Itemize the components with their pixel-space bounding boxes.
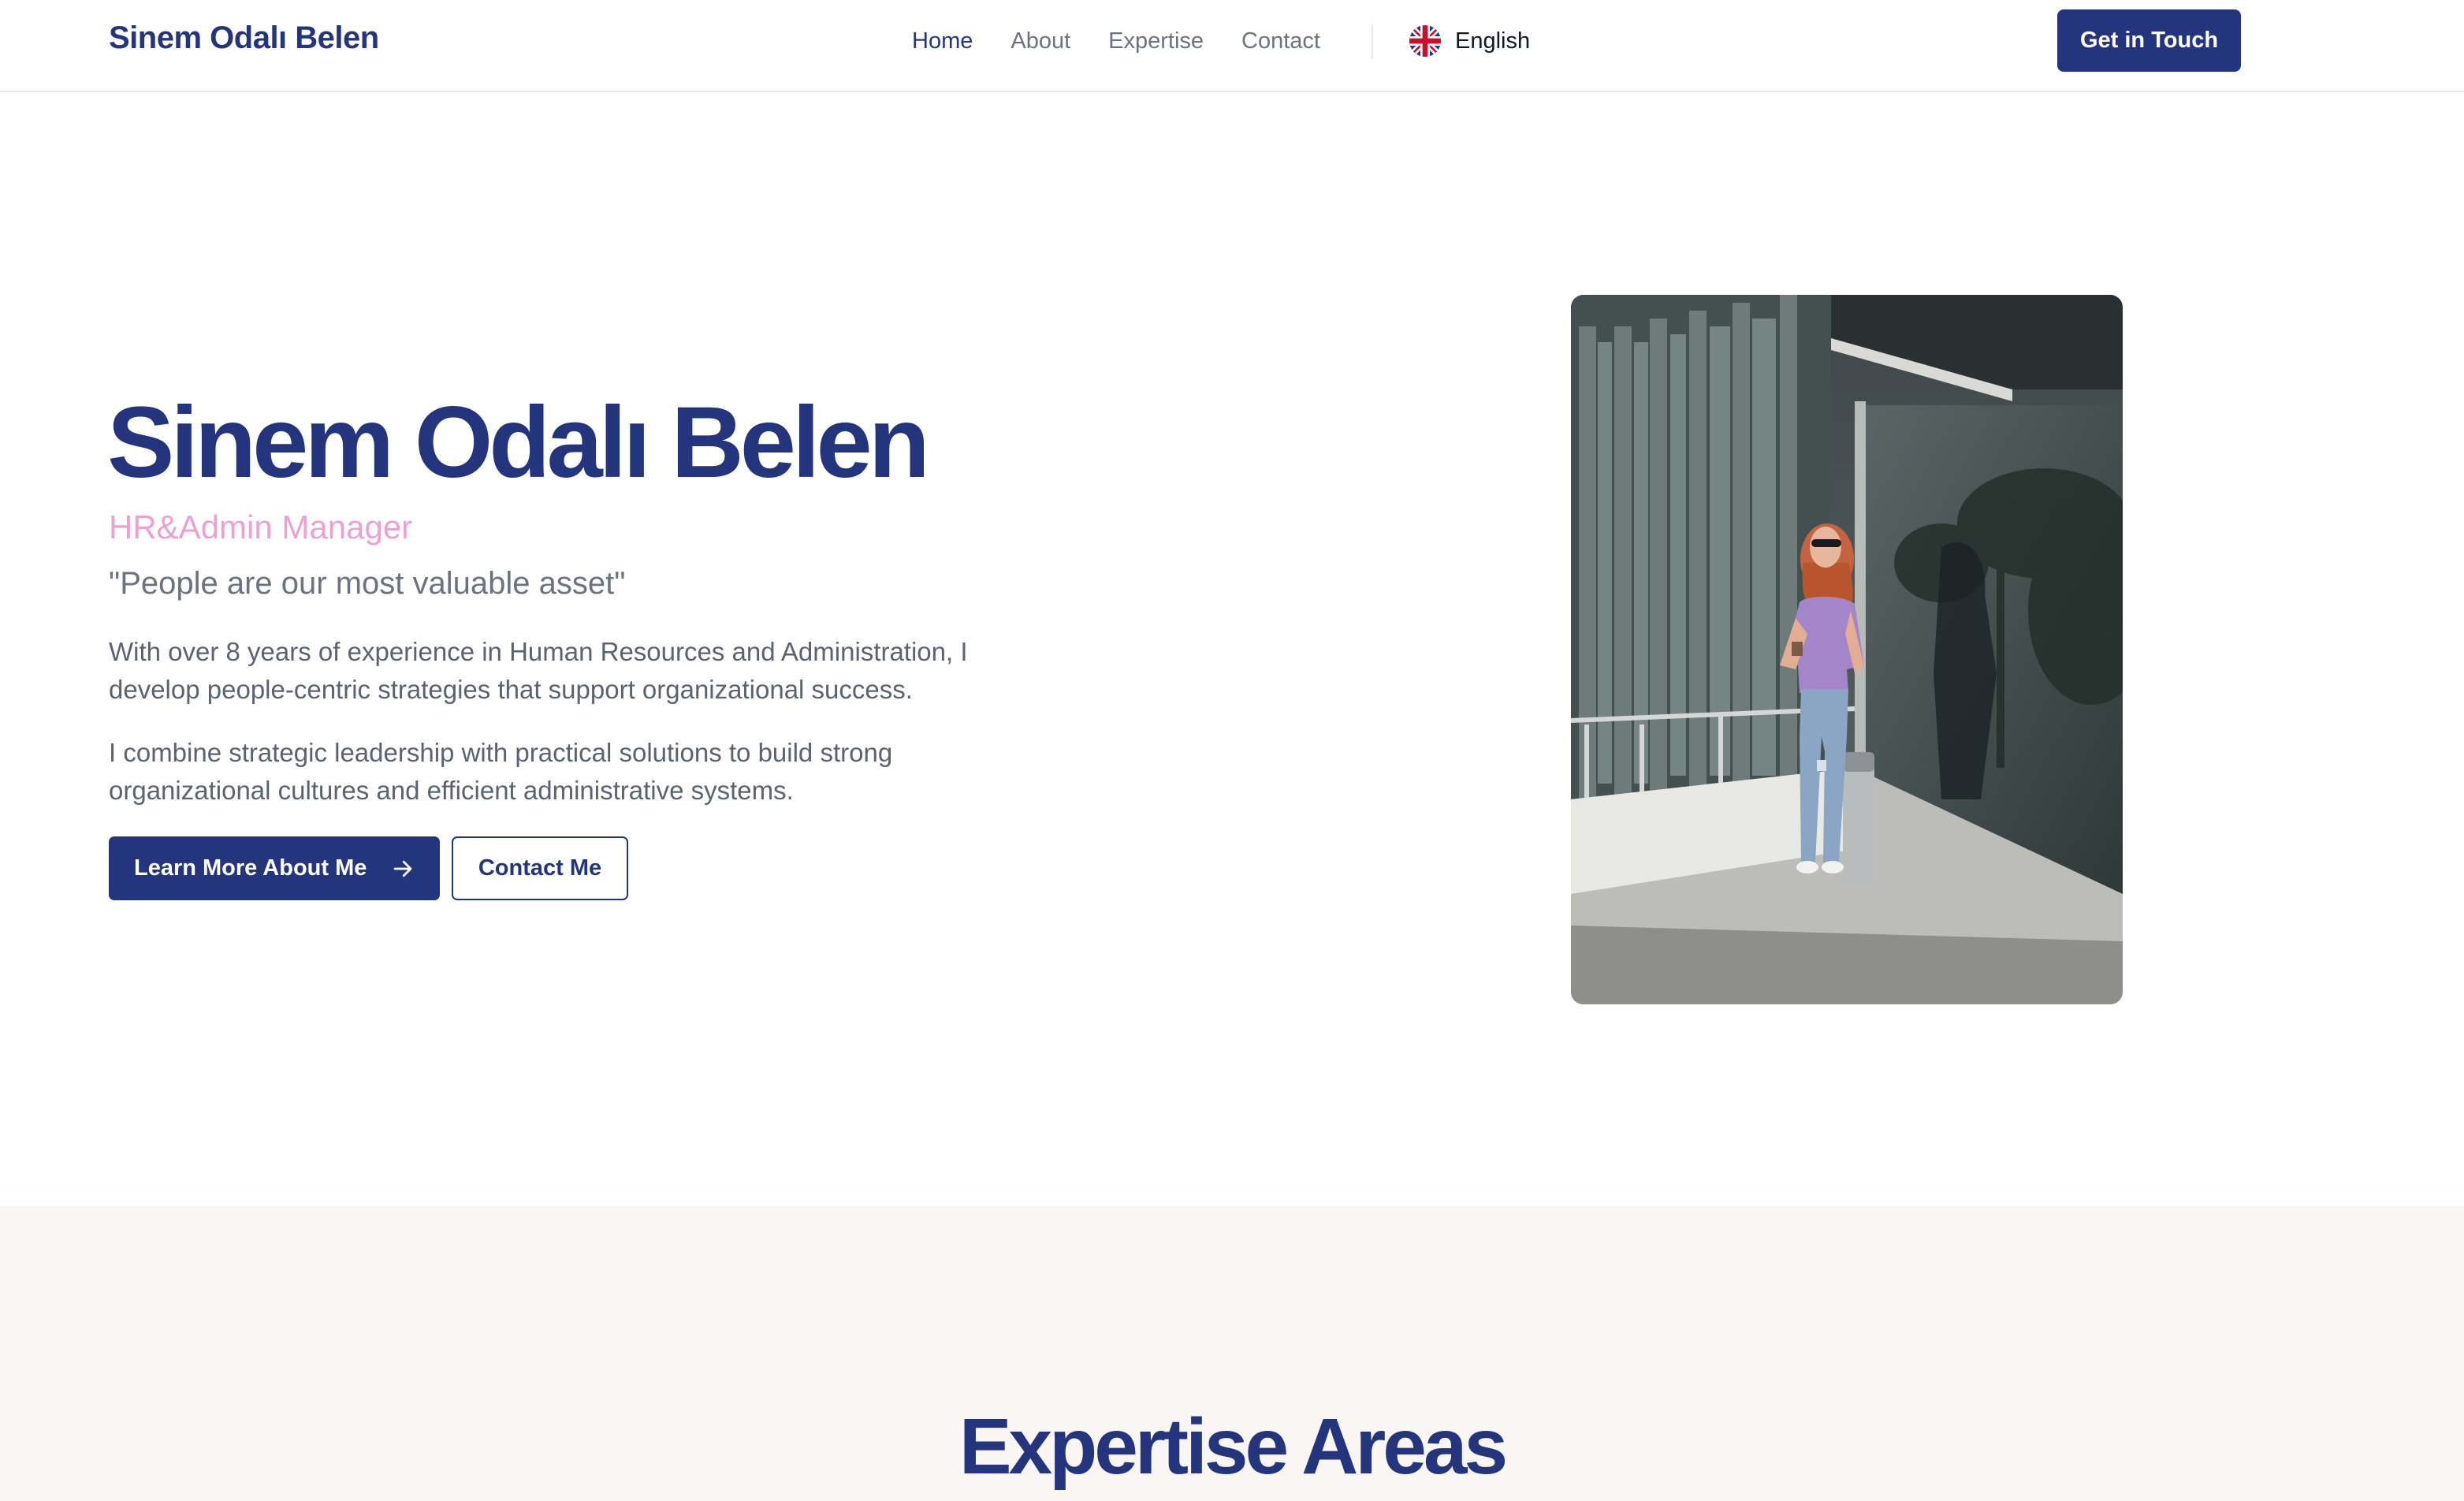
hero-role: HR&Admin Manager xyxy=(109,508,413,546)
nav-home[interactable]: Home xyxy=(912,28,973,54)
profile-photo xyxy=(1571,295,2123,1004)
contact-me-button[interactable]: Contact Me xyxy=(452,836,628,900)
nav-contact[interactable]: Contact xyxy=(1241,28,1320,54)
hero-quote: "People are our most valuable asset" xyxy=(109,566,626,601)
get-in-touch-button[interactable]: Get in Touch xyxy=(2057,9,2241,72)
arrow-right-icon xyxy=(391,857,415,881)
learn-more-button[interactable]: Learn More About Me xyxy=(109,836,440,900)
brand-logo[interactable]: Sinem Odalı Belen xyxy=(109,20,379,56)
learn-more-label: Learn More About Me xyxy=(134,855,367,881)
nav-expertise[interactable]: Expertise xyxy=(1108,28,1204,54)
site-header: Sinem Odalı Belen Home About Expertise C… xyxy=(0,0,2464,92)
expertise-title: Expertise Areas xyxy=(958,1402,1508,1491)
nav-divider xyxy=(1372,24,1373,59)
language-label: English xyxy=(1455,28,1531,54)
hero-paragraph-leadership: I combine strategic leadership with prac… xyxy=(109,738,893,805)
expertise-section: Expertise Areas xyxy=(0,1206,2464,1501)
language-switcher[interactable]: English xyxy=(1409,24,1530,58)
uk-flag-icon xyxy=(1409,25,1441,57)
main-nav: Home About Expertise Contact xyxy=(912,27,1358,55)
hero-paragraph-experience: With over 8 years of experience in Human… xyxy=(109,637,968,704)
hero-name: Sinem Odalı Belen xyxy=(107,386,930,499)
nav-about[interactable]: About xyxy=(1011,28,1070,54)
